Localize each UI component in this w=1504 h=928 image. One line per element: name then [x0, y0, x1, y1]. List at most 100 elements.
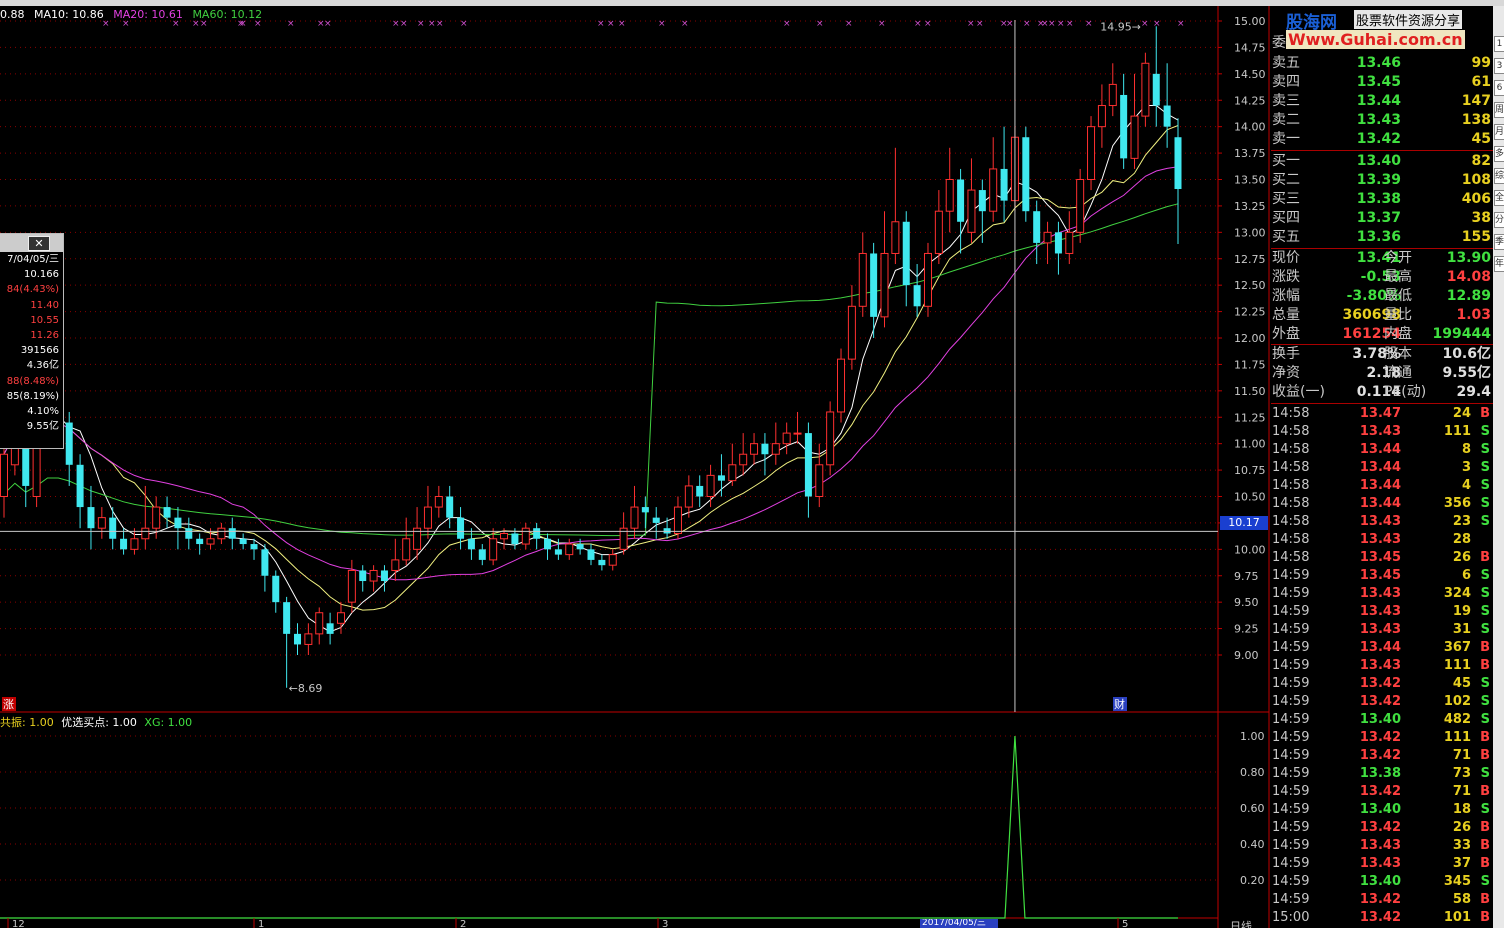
tick-row: 14:59 13.42 111 B	[1271, 729, 1493, 747]
candle-body	[945, 179, 954, 212]
candle-body	[630, 506, 639, 529]
tick-side: S	[1480, 712, 1490, 727]
stat-label: 总量	[1272, 307, 1300, 323]
quote-stat-row: 外盘 161254 内盘 199444	[1271, 325, 1493, 344]
candle-body	[641, 507, 649, 513]
candle-body	[847, 305, 856, 360]
candlestick-chart[interactable]: 15.00 14.75 14.50 14.25 14.00 13.75 13.50 13.25…	[0, 6, 1270, 928]
quote-stat-row: 涨跌 -0.53 最高 14.08	[1271, 268, 1493, 287]
candle-body	[771, 443, 780, 455]
time-axis-label: 12	[12, 919, 25, 928]
popup-line: 11.40	[30, 299, 59, 311]
candle-body	[76, 464, 84, 508]
candle-body	[457, 517, 465, 539]
side-toolbar-button[interactable]: 分	[1494, 212, 1504, 228]
signal-marker: ×	[924, 19, 932, 29]
tick-row: 14:59 13.40 18 S	[1271, 801, 1493, 819]
price-axis-label: 9.50	[1234, 596, 1259, 609]
signal-marker: ×	[878, 19, 886, 29]
tick-row: 14:59 13.43 37 B	[1271, 855, 1493, 873]
candle-body	[185, 528, 193, 539]
buy-price: 13.38	[1356, 191, 1401, 207]
side-toolbar-button[interactable]: 综	[1494, 168, 1504, 184]
side-toolbar-button[interactable]: 周	[1494, 102, 1504, 118]
side-toolbar-button[interactable]: 月	[1494, 124, 1504, 140]
close-icon[interactable]: ✕	[28, 236, 50, 251]
signal-marker: ×	[597, 19, 605, 29]
signal-marker: ×	[1006, 19, 1014, 29]
tick-volume: 28	[1452, 532, 1471, 547]
side-toolbar-button[interactable]: 季	[1494, 234, 1504, 250]
time-axis-label: 2	[460, 919, 466, 928]
tick-price: 13.47	[1359, 406, 1401, 421]
period-label[interactable]: 日线	[1230, 918, 1252, 928]
buy-volume: 406	[1461, 191, 1491, 207]
side-toolbar-button[interactable]: 6	[1494, 80, 1504, 96]
tick-price: 13.43	[1359, 838, 1401, 853]
zhang-tag: 涨	[3, 698, 14, 711]
tick-volume: 19	[1452, 604, 1471, 619]
side-toolbar-button[interactable]: 年	[1494, 256, 1504, 272]
sell-volume: 138	[1461, 112, 1491, 128]
tick-price: 13.42	[1359, 910, 1401, 925]
candle-body	[804, 433, 812, 497]
signal-marker: ×	[1023, 19, 1031, 29]
side-toolbar-button[interactable]: 1	[1494, 36, 1504, 52]
tick-price: 13.44	[1359, 640, 1401, 655]
fundamental-label: 换手	[1272, 346, 1300, 362]
candle-body	[652, 517, 660, 523]
candle-body	[1022, 137, 1030, 212]
candle-body	[478, 549, 486, 560]
stat-label: 最高	[1384, 269, 1412, 285]
tick-row: 14:59 13.44 367 B	[1271, 639, 1493, 657]
candle-body	[576, 544, 584, 550]
sell-label: 卖五	[1272, 55, 1300, 71]
high-marker-label: 14.95→	[1100, 20, 1141, 33]
buy-price: 13.37	[1356, 210, 1401, 226]
price-axis-label: 9.75	[1234, 570, 1259, 583]
price-axis-label: 14.50	[1234, 68, 1266, 81]
candle-body	[1163, 105, 1171, 127]
signal-marker: ×	[1177, 19, 1185, 29]
tick-price: 13.44	[1359, 478, 1401, 493]
candle-body	[1108, 83, 1117, 107]
signal-marker: ×	[172, 19, 180, 29]
candle-body	[1000, 168, 1008, 201]
sell-row: 卖三 13.44 147	[1271, 92, 1493, 111]
price-axis-label: 12.50	[1234, 279, 1266, 292]
candle-body	[1174, 137, 1182, 190]
tick-price: 13.43	[1359, 604, 1401, 619]
candle-body	[315, 612, 324, 635]
order-book-header-label: 委	[1272, 35, 1286, 51]
buy-label: 买五	[1272, 229, 1300, 245]
fundamental-label: PE(动)	[1384, 384, 1427, 400]
buy-label: 买四	[1272, 210, 1300, 226]
buy-row: 买一 13.40 82	[1271, 152, 1493, 171]
chart-area[interactable]: 15.00 14.75 14.50 14.25 14.00 13.75 13.50 13.25…	[0, 6, 1270, 928]
tick-side: B	[1480, 658, 1490, 673]
candle-body	[1076, 179, 1085, 233]
candle-body	[1141, 62, 1150, 117]
tick-volume: 324	[1443, 586, 1471, 601]
side-toolbar-button[interactable]: 全	[1494, 190, 1504, 206]
price-axis-label: 11.75	[1234, 358, 1266, 371]
tick-row: 14:59 13.43 324 S	[1271, 585, 1493, 603]
candle-body	[913, 285, 921, 307]
candle-body	[1130, 115, 1139, 159]
sell-row: 卖四 13.45 61	[1271, 73, 1493, 92]
tick-row: 14:59 13.40 345 S	[1271, 873, 1493, 891]
sell-label: 卖三	[1272, 93, 1300, 109]
candle-body	[347, 569, 356, 603]
tick-time: 14:59	[1272, 568, 1310, 583]
side-toolbar-button[interactable]: 3	[1494, 58, 1504, 74]
candle-body	[141, 527, 150, 540]
sell-price: 13.43	[1356, 112, 1401, 128]
popup-line: 391566	[20, 345, 59, 357]
stat-value: 13.90	[1446, 250, 1491, 266]
candle-body	[902, 221, 910, 286]
side-toolbar-button[interactable]: 多	[1494, 146, 1504, 162]
current-price-tag: 10.17	[1220, 516, 1268, 530]
popup-line: 10.166	[24, 269, 59, 281]
side-toolbar: 1 3 6 周月多综全分季年	[1493, 6, 1504, 928]
candle-body	[880, 252, 889, 318]
